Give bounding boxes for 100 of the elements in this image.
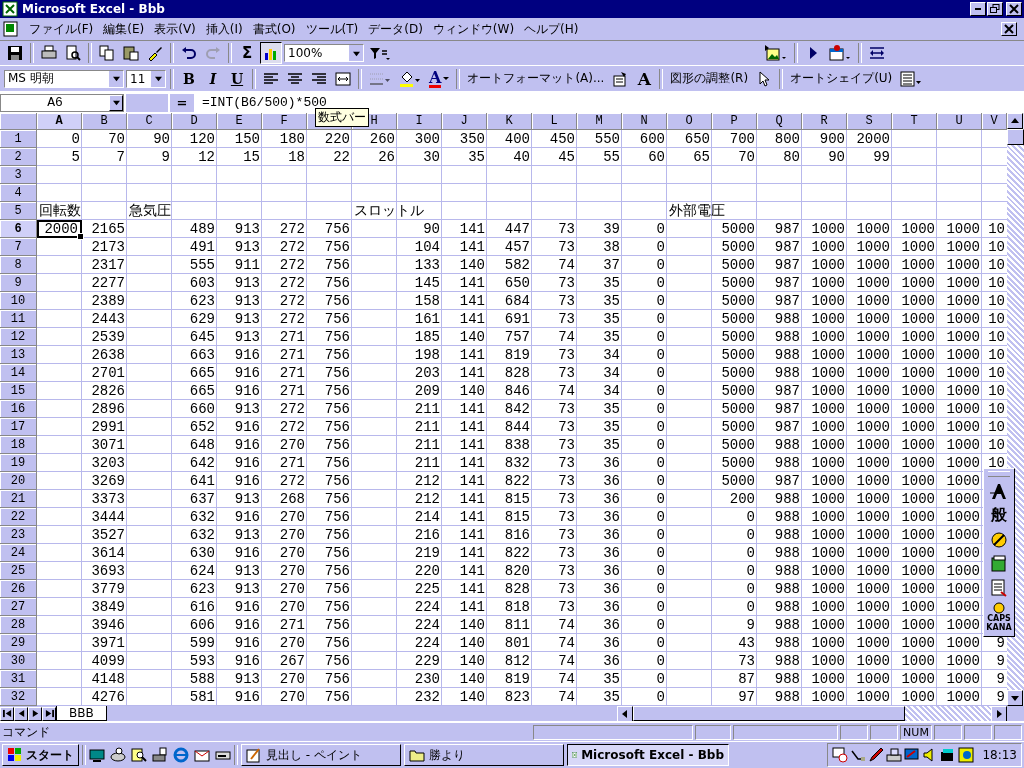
pencil-icon[interactable] [868, 747, 885, 763]
start-button[interactable]: スタート [2, 744, 79, 766]
column-header[interactable]: S [847, 113, 892, 130]
taskbar-button[interactable]: Microsoft Excel - Bbb [567, 744, 729, 766]
printer-icon[interactable] [152, 747, 168, 763]
column-header[interactable]: M [577, 113, 622, 130]
browser-icon[interactable] [173, 747, 189, 763]
scroll-right-button[interactable] [991, 706, 1007, 722]
row-header[interactable]: 12 [0, 328, 37, 346]
row-header[interactable]: 28 [0, 616, 37, 634]
italic-button[interactable]: I [202, 67, 224, 90]
next-sheet-button[interactable] [28, 706, 42, 721]
column-header[interactable]: F [262, 113, 307, 130]
autosum-button[interactable]: Σ [236, 42, 258, 64]
font-color-button[interactable]: A [426, 67, 453, 90]
column-header[interactable]: O [667, 113, 712, 130]
row-header[interactable]: 10 [0, 292, 37, 310]
autoshape-button[interactable]: オートシェイプ(U) [787, 67, 896, 90]
conversion-mode[interactable]: 般 [991, 505, 1007, 526]
taskbar-button[interactable]: 勝より [404, 744, 564, 766]
row-header[interactable]: 23 [0, 526, 37, 544]
row-header[interactable]: 26 [0, 580, 37, 598]
row-header[interactable]: 14 [0, 364, 37, 382]
row-header[interactable]: 17 [0, 418, 37, 436]
scroll-thumb[interactable] [633, 706, 905, 721]
scroll-down-button[interactable] [1007, 690, 1023, 706]
row-header[interactable]: 22 [0, 508, 37, 526]
column-header[interactable]: I [397, 113, 442, 130]
minimize-button[interactable] [970, 2, 986, 16]
menu-item[interactable]: ヘルプ(H) [524, 20, 579, 38]
row-header[interactable]: 5 [0, 202, 37, 220]
close-button[interactable] [1006, 2, 1022, 16]
sheet-tab[interactable]: BBB [56, 706, 107, 721]
row-header[interactable]: 4 [0, 184, 37, 202]
select-all-button[interactable] [0, 113, 37, 130]
column-header[interactable]: R [802, 113, 847, 130]
caret-icon[interactable] [154, 75, 162, 82]
input-mode-icon[interactable] [989, 481, 1009, 501]
taskbar-button[interactable]: 見出し - ペイント [241, 744, 401, 766]
column-header[interactable]: P [712, 113, 757, 130]
menu-item[interactable]: 書式(O) [252, 20, 296, 38]
chart-wizard-icon[interactable] [260, 42, 282, 64]
eye-icon[interactable] [958, 747, 975, 763]
row-header[interactable]: 20 [0, 472, 37, 490]
row-header[interactable]: 21 [0, 490, 37, 508]
pen-icon[interactable] [989, 530, 1009, 550]
column-header[interactable]: U [937, 113, 982, 130]
row-header[interactable]: 13 [0, 346, 37, 364]
row-header[interactable]: 9 [0, 274, 37, 292]
column-header[interactable]: C [127, 113, 172, 130]
row-header[interactable]: 18 [0, 436, 37, 454]
previous-sheet-button[interactable] [14, 706, 28, 721]
column-header[interactable]: K [487, 113, 532, 130]
formula-field[interactable]: =INT(B6/500)*500 [196, 95, 1024, 110]
monitor-icon[interactable] [904, 747, 921, 763]
column-header[interactable]: V [982, 113, 1007, 130]
first-sheet-button[interactable] [0, 706, 14, 721]
scroll-left-button[interactable] [617, 706, 633, 722]
bold-button[interactable]: B [178, 67, 200, 90]
properties-icon[interactable] [989, 578, 1009, 598]
row-header[interactable]: 7 [0, 238, 37, 256]
search-icon[interactable] [131, 747, 147, 763]
row-header[interactable]: 27 [0, 598, 37, 616]
row-header[interactable]: 30 [0, 652, 37, 670]
row-header[interactable]: 11 [0, 310, 37, 328]
name-box[interactable]: A6 [0, 93, 124, 112]
last-sheet-button[interactable] [42, 706, 56, 721]
keyboard-icon[interactable] [886, 747, 903, 763]
row-header[interactable]: 29 [0, 634, 37, 652]
equals-button[interactable]: = [170, 93, 194, 112]
menu-item[interactable]: ツール(T) [305, 20, 359, 38]
caret-icon[interactable] [443, 76, 450, 81]
menu-item[interactable]: 挿入(I) [205, 20, 243, 38]
menu-item[interactable]: データ(D) [368, 20, 423, 38]
caps-kana-indicator[interactable]: CAPS KANA [986, 602, 1012, 632]
row-header[interactable]: 1 [0, 130, 37, 148]
row-header[interactable]: 3 [0, 166, 37, 184]
fill-handle[interactable] [77, 233, 84, 240]
menu-item[interactable]: 表示(V) [154, 20, 196, 38]
active-cell[interactable]: 2000 [37, 220, 82, 238]
row-header[interactable]: 16 [0, 400, 37, 418]
caret-icon[interactable] [112, 99, 120, 106]
font-field[interactable]: MS 明朝 [4, 69, 124, 88]
autoformat-button[interactable]: オートフォーマット(A)... [464, 67, 608, 90]
adjust-shapes-button[interactable]: 図形の調整(R) [667, 67, 752, 90]
column-header[interactable]: A [37, 113, 82, 130]
column-header[interactable]: E [217, 113, 262, 130]
column-header[interactable]: N [622, 113, 667, 130]
row-header[interactable]: 2 [0, 148, 37, 166]
row-header[interactable]: 32 [0, 688, 37, 706]
column-header[interactable]: T [892, 113, 937, 130]
row-header[interactable]: 31 [0, 670, 37, 688]
book-icon[interactable] [989, 554, 1009, 574]
zoom-field[interactable]: 100% [284, 44, 364, 62]
row-header[interactable]: 25 [0, 562, 37, 580]
row-header[interactable]: 6 [0, 220, 37, 238]
column-header[interactable]: D [172, 113, 217, 130]
column-header[interactable]: B [82, 113, 127, 130]
menu-item[interactable]: 編集(E) [103, 20, 145, 38]
caret-icon[interactable] [112, 75, 120, 82]
